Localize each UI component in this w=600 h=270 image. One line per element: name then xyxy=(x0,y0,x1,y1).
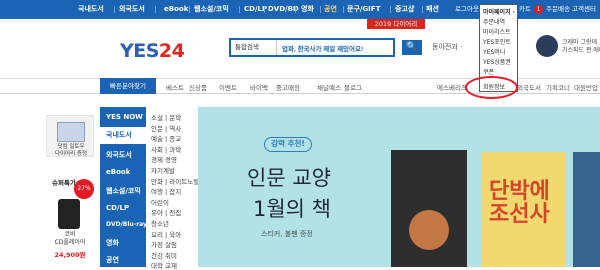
menu-right-4[interactable]: 대원반입 xyxy=(574,82,598,92)
cd-player-image xyxy=(58,199,80,229)
sidebar-cdlp[interactable]: CD/LP xyxy=(106,204,129,212)
subcategory-item[interactable]: 어린이 xyxy=(151,197,169,207)
ad-avatar xyxy=(536,35,558,57)
dropdown-orders[interactable]: 주문내역 xyxy=(483,18,505,27)
topnav-webnovel[interactable]: 웹소설/코믹 xyxy=(194,4,229,15)
sidebar-yes-now[interactable]: YES NOW xyxy=(106,113,143,121)
search-box: 통합검색 xyxy=(229,38,395,57)
banner-subtitle: 스티커, 볼펜 증정 xyxy=(261,230,313,238)
deep-search-link[interactable]: 동아전과 · xyxy=(432,42,462,52)
order-link[interactable]: 주문배송 xyxy=(546,4,570,15)
search-icon[interactable]: 🔍 xyxy=(402,40,422,55)
quick-category-button[interactable]: 빠른분야찾기 xyxy=(100,78,156,94)
banner-badge: 강력 추천! xyxy=(264,137,312,152)
highlight-circle xyxy=(465,76,518,99)
dropdown-money[interactable]: YES머니 xyxy=(483,48,505,57)
discount-badge: 27% xyxy=(74,179,94,199)
cart-link[interactable]: 카트 xyxy=(519,4,531,15)
subcategory-item[interactable]: 인문 | 역사 xyxy=(151,123,181,133)
topnav-gift[interactable]: 문구/GIFT xyxy=(347,4,380,15)
subcategory-item[interactable]: 경제 경영 xyxy=(151,154,177,164)
subcategory-item[interactable]: 만화 | 라이트노벨 xyxy=(151,176,199,186)
subcategory-item[interactable]: 예술 | 종교 xyxy=(151,133,181,143)
topnav-ebook[interactable]: eBook xyxy=(164,4,188,15)
menu-right-1[interactable]: 에스베리즈 xyxy=(437,82,467,92)
diary-image xyxy=(57,122,85,142)
dropdown-mypage[interactable]: 마이페이지 · xyxy=(483,8,515,17)
topnav-movie[interactable]: 영화 xyxy=(301,4,314,15)
product-price: 24,900원 xyxy=(54,251,86,259)
menu-blog[interactable]: 블로그 xyxy=(344,82,362,92)
topnav-show[interactable]: 공연 xyxy=(324,4,337,15)
sidebar-ebook[interactable]: eBook xyxy=(106,168,130,176)
dropdown-giftcard[interactable]: YES상품권 xyxy=(483,58,511,67)
search-category-select[interactable]: 통합검색 xyxy=(231,40,277,55)
logout-link[interactable]: 로그아웃 xyxy=(455,4,479,15)
service-link[interactable]: 고객센터 xyxy=(572,4,596,15)
sidebar-show[interactable]: 공연 xyxy=(106,255,119,265)
subcategory-item[interactable]: 건강 취미 xyxy=(151,250,177,260)
diary-promo-tab[interactable]: 2019 다이어리 xyxy=(367,19,425,29)
subcategory-item[interactable]: 요리 | 육아 xyxy=(151,229,181,239)
topnav-fashion[interactable]: 패션 xyxy=(426,4,439,15)
sidebar-domestic-books[interactable]: 국내도서 xyxy=(100,127,146,144)
subcategory-item[interactable]: 여행 | 잡지 xyxy=(151,186,181,196)
subcategory-item[interactable]: 소설 | 문학 xyxy=(151,112,181,122)
menu-event[interactable]: 이벤트 xyxy=(219,82,237,92)
subcategory-item[interactable]: 대학 교재 xyxy=(151,260,177,270)
diary-ad-text: 닷컴 일토우 다이어리 증정 xyxy=(54,144,88,157)
diary-gift-ad[interactable]: 닷컴 일토우 다이어리 증정 xyxy=(46,115,94,157)
sidebar-movie[interactable]: 영화 xyxy=(106,238,119,248)
subcategory-item[interactable]: 사회 | 과학 xyxy=(151,144,181,154)
yes24-logo[interactable]: YES24 xyxy=(120,40,185,62)
super-deal-title: 슈퍼특가 xyxy=(52,179,76,187)
banner-title-1: 인문 교양 xyxy=(247,166,331,190)
super-deal-ad[interactable]: 슈퍼특가 27% 코비 CD플레이어 24,900원 xyxy=(46,177,94,267)
topnav-foreign[interactable]: 외국도서 xyxy=(119,4,145,15)
topnav-used[interactable]: 중고샵 xyxy=(395,4,414,15)
banner-title-2: 1월의 책 xyxy=(253,197,331,221)
menu-new[interactable]: 신상품 xyxy=(189,82,207,92)
subcategory-item[interactable]: 청소년 xyxy=(151,218,169,228)
dropdown-mylist[interactable]: 마이리스트 xyxy=(483,28,511,37)
menu-best[interactable]: 베스트 xyxy=(166,82,184,92)
book-cover-art xyxy=(409,210,449,250)
sidebar-dvd[interactable]: DVD/Blu-ray xyxy=(106,221,147,228)
crema-ad[interactable]: 크레마 그랑데 가스파드 펀 에디 xyxy=(536,33,600,70)
subcategory-item[interactable]: 자기계발 xyxy=(151,165,175,175)
ad-line1: 크레마 그랑데 xyxy=(562,39,598,46)
topnav-domestic[interactable]: 국내도서 xyxy=(78,4,104,15)
dropdown-points[interactable]: YES포인트 xyxy=(483,38,511,47)
book2-title: 단박에 조선사 xyxy=(489,179,550,227)
book-cover-3[interactable] xyxy=(573,152,600,267)
subcategory-item[interactable]: 가정 살림 xyxy=(151,239,177,249)
menu-buyback[interactable]: 바이백 xyxy=(250,82,268,92)
book-cover-1[interactable] xyxy=(391,150,467,267)
ad-line2: 가스파드 펀 에디 xyxy=(562,47,600,54)
sidebar-foreign-books[interactable]: 외국도서 xyxy=(106,150,132,160)
menu-right-2[interactable]: 외국도서 xyxy=(517,82,541,92)
menu-channel[interactable]: 채널예스 xyxy=(317,82,341,92)
subcategory-item[interactable]: 유아 | 전집 xyxy=(151,207,181,217)
search-input[interactable] xyxy=(279,40,395,55)
product-name: 코비 CD플레이어 xyxy=(54,231,86,246)
menu-right-3[interactable]: 기획코너 xyxy=(546,82,570,92)
category-sidebar: YES NOW 국내도서 외국도서 eBook 웹소설/코믹 CD/LP DVD… xyxy=(100,107,147,267)
sidebar-webnovel[interactable]: 웹소설/코믹 xyxy=(106,186,141,196)
menu-used-store[interactable]: 중고매장 xyxy=(276,82,300,92)
cart-count-badge: 1 xyxy=(534,5,543,14)
book-cover-2[interactable]: 단박에 조선사 xyxy=(481,152,565,267)
